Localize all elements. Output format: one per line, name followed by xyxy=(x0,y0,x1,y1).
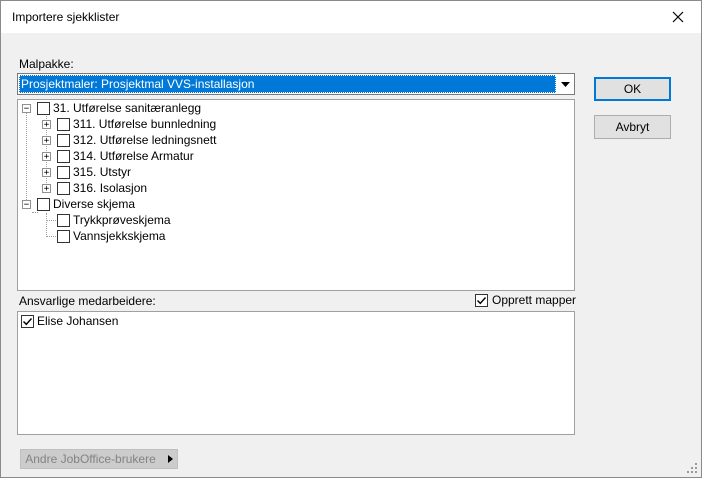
arrow-right-icon xyxy=(167,455,173,463)
chevron-down-icon xyxy=(561,81,570,87)
template-label: Malpakke: xyxy=(19,57,74,71)
tree-node-label: Diverse skjema xyxy=(53,197,136,211)
checkbox-box[interactable] xyxy=(475,293,488,307)
tree-node-label: 311. Utførelse bunnledning xyxy=(73,117,217,131)
tree-connector xyxy=(26,113,27,208)
other-users-button[interactable]: Andre JobOffice-brukere xyxy=(20,449,178,469)
tree-node-checkbox[interactable] xyxy=(57,165,70,179)
collapse-icon[interactable]: − xyxy=(22,103,31,113)
tree-node-label: Vannsjekkskjema xyxy=(73,229,166,243)
create-folders-label: Opprett mapper xyxy=(492,293,577,307)
ok-button[interactable]: OK xyxy=(594,77,671,101)
tree-connector xyxy=(32,212,38,213)
tree-node-checkbox[interactable] xyxy=(37,197,50,211)
cancel-button[interactable]: Avbryt xyxy=(594,115,671,139)
tree-node-label: Trykkprøveskjema xyxy=(73,213,171,227)
window-title: Importere sjekklister xyxy=(12,10,120,24)
tree-connector xyxy=(46,213,47,237)
collapse-icon[interactable]: − xyxy=(22,199,31,209)
tree-node-child[interactable]: + 314. Utførelse Armatur xyxy=(42,148,194,164)
list-item-label: Elise Johansen xyxy=(37,314,119,328)
tree-node-misc[interactable]: − Diverse skjema xyxy=(22,196,135,212)
tree-node-checkbox[interactable] xyxy=(57,149,70,163)
expand-icon[interactable]: + xyxy=(42,119,51,129)
expand-icon[interactable]: + xyxy=(42,167,51,177)
list-item[interactable]: Elise Johansen xyxy=(21,313,118,329)
title-bar: Importere sjekklister xyxy=(1,1,701,33)
tree-node-child[interactable]: + 316. Isolasjon xyxy=(42,180,147,196)
expand-icon[interactable]: + xyxy=(42,151,51,161)
expand-icon[interactable]: + xyxy=(42,183,51,193)
other-users-label: Andre JobOffice-brukere xyxy=(25,452,156,466)
tree-node-label: 315. Utstyr xyxy=(73,165,132,179)
close-button[interactable] xyxy=(655,1,701,33)
tree-node-label: 31. Utførelse sanitæranlegg xyxy=(53,101,202,115)
expand-icon[interactable]: + xyxy=(42,135,51,145)
tree-node-label: 314. Utførelse Armatur xyxy=(73,149,194,163)
checklist-tree[interactable]: − 31. Utførelse sanitæranlegg + 311. Utf… xyxy=(17,99,575,291)
tree-node-child[interactable]: + 315. Utstyr xyxy=(42,164,131,180)
tree-node-child[interactable]: Vannsjekkskjema xyxy=(57,228,165,244)
create-folders-checkbox[interactable]: Opprett mapper xyxy=(475,292,576,308)
tree-node-checkbox[interactable] xyxy=(57,229,70,243)
tree-node-checkbox[interactable] xyxy=(57,133,70,147)
dropdown-toggle[interactable] xyxy=(556,74,574,94)
tree-node-checkbox[interactable] xyxy=(57,117,70,131)
close-icon xyxy=(672,11,684,23)
tree-node-checkbox[interactable] xyxy=(37,101,50,115)
tree-node-label: 312. Utførelse ledningsnett xyxy=(73,133,217,147)
import-checklists-dialog: Importere sjekklister Malpakke: Prosjekt… xyxy=(0,0,702,478)
tree-node-checkbox[interactable] xyxy=(57,213,70,227)
tree-connector xyxy=(46,220,56,221)
tree-node-root[interactable]: − 31. Utførelse sanitæranlegg xyxy=(22,100,201,116)
tree-node-child[interactable]: + 311. Utførelse bunnledning xyxy=(42,116,216,132)
responsible-list[interactable]: Elise Johansen xyxy=(17,311,575,435)
checkmark-icon xyxy=(477,296,487,304)
list-item-checkbox[interactable] xyxy=(21,314,34,328)
template-selected-value: Prosjektmaler: Prosjektmal VVS-installas… xyxy=(19,75,556,93)
tree-connector xyxy=(46,236,56,237)
tree-node-checkbox[interactable] xyxy=(57,181,70,195)
tree-node-child[interactable]: + 312. Utførelse ledningsnett xyxy=(42,132,216,148)
resize-grip-icon[interactable] xyxy=(687,463,697,473)
tree-node-label: 316. Isolasjon xyxy=(73,181,148,195)
tree-node-child[interactable]: Trykkprøveskjema xyxy=(57,212,171,228)
checkmark-icon xyxy=(23,317,33,325)
responsible-label: Ansvarlige medarbeidere: xyxy=(19,294,156,308)
template-dropdown[interactable]: Prosjektmaler: Prosjektmal VVS-installas… xyxy=(17,73,575,95)
